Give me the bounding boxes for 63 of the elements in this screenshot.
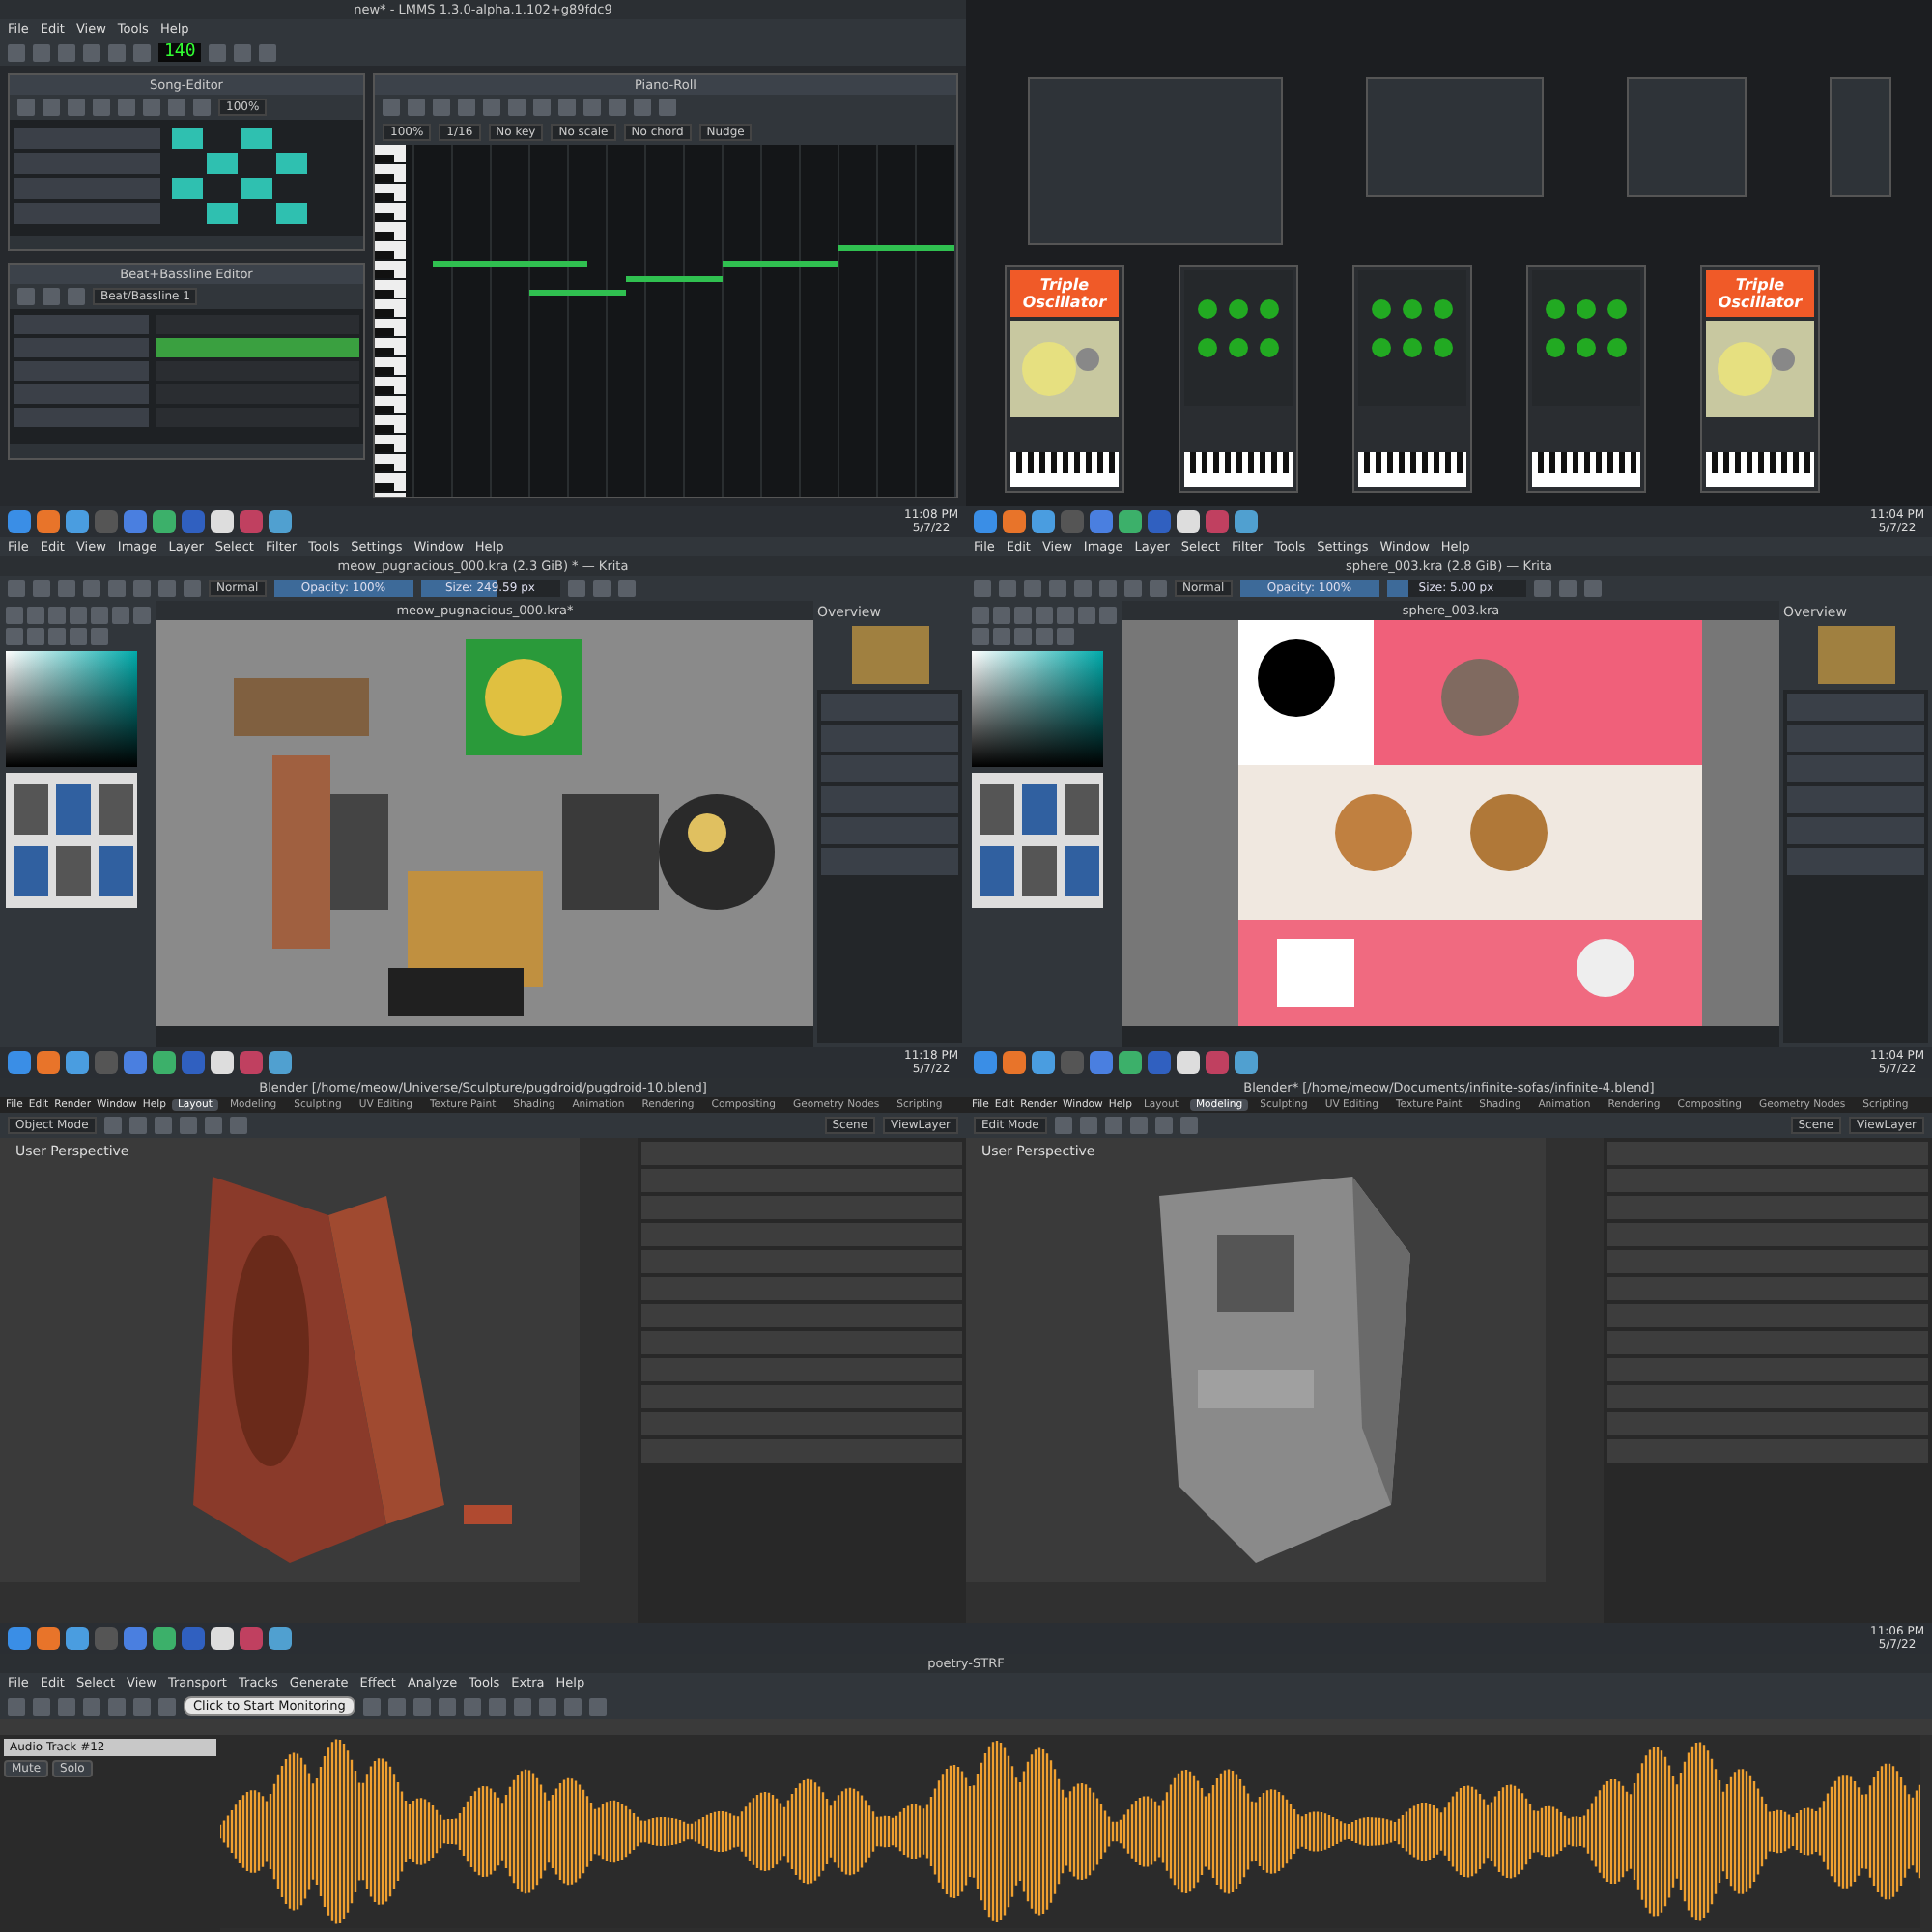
app-icon[interactable]: [66, 1051, 89, 1074]
mixer-window: [1829, 77, 1890, 197]
layer-row[interactable]: [1787, 694, 1924, 721]
piano-keyboard[interactable]: [1010, 452, 1119, 487]
app-icon[interactable]: [8, 1627, 31, 1650]
app-icon[interactable]: [8, 1051, 31, 1074]
app-icon[interactable]: [1032, 1051, 1055, 1074]
app-icon[interactable]: [66, 1627, 89, 1650]
color-selector[interactable]: [6, 651, 137, 767]
app-icon[interactable]: [37, 1627, 60, 1650]
knob-panel-drawing: [1358, 270, 1466, 406]
layer-row[interactable]: [821, 817, 958, 844]
app-icon[interactable]: [1177, 510, 1200, 533]
app-icon[interactable]: [269, 1627, 292, 1650]
app-icon[interactable]: [211, 1627, 234, 1650]
app-icon[interactable]: [269, 1051, 292, 1074]
layer-row[interactable]: [1787, 848, 1924, 875]
app-icon[interactable]: [8, 510, 31, 533]
app-icon[interactable]: [153, 1051, 176, 1074]
app-icon[interactable]: [1119, 510, 1142, 533]
knob-panel-drawing: [1532, 270, 1640, 406]
layer-row[interactable]: [821, 694, 958, 721]
layer-row[interactable]: [821, 848, 958, 875]
overview-thumbnail: [851, 626, 928, 684]
app-icon[interactable]: [1235, 1051, 1258, 1074]
color-selector[interactable]: [972, 651, 1103, 767]
overview-thumbnail: [1817, 626, 1894, 684]
piano-keyboard[interactable]: [1184, 452, 1293, 487]
app-icon[interactable]: [974, 510, 997, 533]
layer-row[interactable]: [1787, 786, 1924, 813]
oscillator-drawing: [1706, 321, 1814, 417]
tempo-display: 140: [158, 43, 202, 62]
layer-row[interactable]: [821, 724, 958, 752]
app-icon[interactable]: [153, 510, 176, 533]
knob-panel-drawing: [1184, 270, 1293, 406]
layer-row[interactable]: [821, 786, 958, 813]
app-icon[interactable]: [153, 1627, 176, 1650]
app-icon[interactable]: [211, 1051, 234, 1074]
app-icon[interactable]: [66, 510, 89, 533]
app-icon[interactable]: [1003, 1051, 1026, 1074]
app-icon[interactable]: [37, 1051, 60, 1074]
layer-row[interactable]: [1787, 724, 1924, 752]
app-icon[interactable]: [1177, 1051, 1200, 1074]
layer-row[interactable]: [821, 755, 958, 782]
plugin-banner: Triple Oscillator: [1010, 270, 1119, 317]
mixer-window: [1626, 77, 1746, 197]
brush-presets-drawing: [972, 773, 1103, 908]
app-icon[interactable]: [269, 510, 292, 533]
app-icon[interactable]: [1032, 510, 1055, 533]
app-icon[interactable]: [1235, 510, 1258, 533]
plugin-banner: Triple Oscillator: [1706, 270, 1814, 317]
brush-presets-drawing: [6, 773, 137, 908]
app-icon[interactable]: [37, 510, 60, 533]
app-icon[interactable]: [974, 1051, 997, 1074]
app-icon[interactable]: [1003, 510, 1026, 533]
piano-keyboard[interactable]: [1706, 452, 1814, 487]
app-icon[interactable]: [1119, 1051, 1142, 1074]
app-icon[interactable]: [211, 510, 234, 533]
piano-keyboard[interactable]: [1532, 452, 1640, 487]
layer-row[interactable]: [1787, 755, 1924, 782]
piano-keyboard[interactable]: [1358, 452, 1466, 487]
oscillator-drawing: [1010, 321, 1119, 417]
layer-row[interactable]: [1787, 817, 1924, 844]
